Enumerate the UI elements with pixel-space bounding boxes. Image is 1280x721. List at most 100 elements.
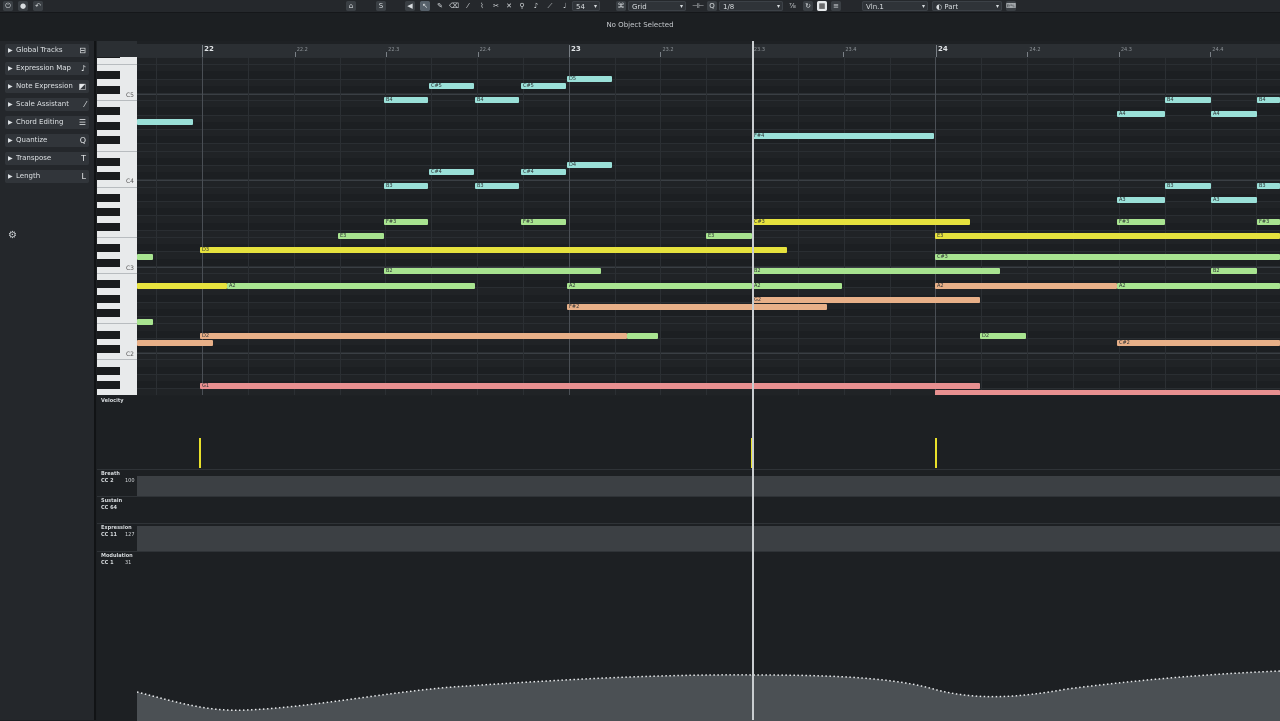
modulation-lane[interactable]: Modulation CC 1 31 — [97, 551, 1280, 721]
midi-note[interactable]: A2 — [935, 283, 1117, 289]
midi-note[interactable]: C#3 — [935, 254, 1280, 260]
black-key[interactable] — [97, 157, 120, 166]
black-key[interactable] — [97, 85, 120, 94]
black-key[interactable] — [97, 280, 120, 289]
inspector-note-expression[interactable]: ▶ Note Expression ◩ — [5, 80, 89, 93]
solo-icon[interactable]: S — [376, 1, 386, 11]
black-key[interactable] — [97, 136, 120, 145]
inspector-transpose[interactable]: ▶ Transpose T — [5, 152, 89, 165]
ruler[interactable]: 22 23 24 22.2 22.3 22.4 23.2 23.3 23.4 24.2 24.3 24… — [137, 44, 1280, 57]
midi-note[interactable]: B3 — [384, 183, 428, 189]
piano-icon[interactable]: ▦ — [817, 1, 827, 11]
breath-lane[interactable]: Breath CC 2 100 — [97, 469, 1280, 497]
black-key[interactable] — [97, 121, 120, 130]
midi-note[interactable]: B3 — [1165, 183, 1211, 189]
midi-note[interactable] — [935, 390, 1280, 395]
sustain-lane[interactable]: Sustain CC 64 — [97, 496, 1280, 524]
record-icon[interactable]: ● — [18, 1, 28, 11]
part-select[interactable]: ◐ Part ▾ — [932, 1, 1002, 11]
modulation-curve[interactable] — [137, 552, 1280, 721]
trim-icon[interactable]: ⟋ — [545, 1, 555, 11]
midi-note[interactable]: B4 — [1165, 97, 1211, 103]
black-key[interactable] — [97, 172, 120, 181]
undo-icon[interactable]: ↶ — [33, 1, 43, 11]
midi-note[interactable]: C#5 — [521, 83, 566, 89]
midi-note[interactable]: B2 — [1211, 268, 1257, 274]
midi-note[interactable]: A3 — [1211, 197, 1257, 203]
midi-note[interactable] — [137, 254, 153, 260]
midi-note[interactable]: A2 — [1117, 283, 1280, 289]
midi-note[interactable]: C#5 — [429, 83, 474, 89]
scissors-icon[interactable]: ✂ — [491, 1, 501, 11]
midi-note[interactable]: F#3 — [1257, 219, 1280, 225]
black-key[interactable] — [97, 71, 120, 80]
expression-lane[interactable]: Expression CC 11 127 — [97, 523, 1280, 552]
inspector-expression-map[interactable]: ▶ Expression Map ♪ — [5, 62, 89, 75]
velocity-bar[interactable] — [199, 438, 201, 468]
midi-note[interactable]: F#3 — [521, 219, 566, 225]
inspector-global-tracks[interactable]: ▶ Global Tracks ⊟ — [5, 44, 89, 57]
midi-note[interactable] — [137, 283, 227, 289]
line-icon[interactable]: ⁄ — [463, 1, 473, 11]
midi-note[interactable]: E3 — [338, 233, 384, 239]
midi-note[interactable]: D3 — [200, 247, 787, 253]
insert-velocity-field[interactable]: 54 ▾ — [572, 1, 600, 11]
velocity-bar[interactable] — [935, 438, 937, 468]
midi-note[interactable]: B3 — [1257, 183, 1280, 189]
midi-note[interactable]: G1 — [200, 383, 980, 389]
keyboard-icon[interactable]: ⌨ — [1006, 1, 1016, 11]
midi-note[interactable]: A4 — [1211, 111, 1257, 117]
midi-note[interactable]: D2 — [200, 333, 627, 339]
midi-note[interactable]: A3 — [1117, 197, 1165, 203]
midi-note[interactable]: D2 — [980, 333, 1026, 339]
midi-note[interactable]: B4 — [384, 97, 428, 103]
black-key[interactable] — [97, 107, 120, 116]
power-icon[interactable]: ⏻ — [3, 1, 13, 11]
pencil-icon[interactable]: ✎ — [435, 1, 445, 11]
mute-icon[interactable]: ✕ — [504, 1, 514, 11]
drumstick-icon[interactable]: ♪ — [531, 1, 541, 11]
loop-icon[interactable]: ↻ — [803, 1, 813, 11]
midi-note[interactable] — [137, 319, 153, 325]
midi-note[interactable]: A2 — [567, 283, 752, 289]
midi-note[interactable] — [137, 340, 213, 346]
list-icon[interactable]: ≡ — [831, 1, 841, 11]
snap-to-zero-icon[interactable]: ⊣⊢ — [692, 1, 704, 11]
inspector-length[interactable]: ▶ Length L — [5, 170, 89, 183]
piano-keyboard[interactable]: C5 C4 C3 C2 — [97, 57, 137, 395]
breath-curve[interactable] — [137, 476, 1280, 497]
snap-type-select[interactable]: Grid ▾ — [628, 1, 686, 11]
midi-note[interactable]: C#3 — [752, 219, 970, 225]
zoom-icon[interactable]: ⚲ — [517, 1, 527, 11]
midi-note[interactable]: F#3 — [384, 219, 428, 225]
midi-note[interactable]: B4 — [475, 97, 519, 103]
black-key[interactable] — [97, 366, 120, 375]
glue-icon[interactable]: ⌇ — [477, 1, 487, 11]
snap-icon[interactable]: ⌘ — [616, 1, 626, 11]
inspector-scale-assistant[interactable]: ▶ Scale Assistant ⁄ — [5, 98, 89, 111]
midi-note[interactable]: F#4 — [752, 133, 934, 139]
black-key[interactable] — [97, 345, 120, 353]
midi-note[interactable]: C#2 — [1117, 340, 1280, 346]
midi-note[interactable]: B4 — [1257, 97, 1280, 103]
midi-note[interactable]: A4 — [1117, 111, 1165, 117]
gear-icon[interactable]: ⚙ — [8, 230, 17, 241]
black-key[interactable] — [97, 309, 120, 317]
midi-note[interactable]: D4 — [567, 162, 612, 168]
black-key[interactable] — [97, 258, 120, 267]
midi-note[interactable]: B2 — [384, 268, 601, 274]
midi-note[interactable]: F#3 — [1117, 219, 1165, 225]
black-key[interactable] — [97, 244, 120, 253]
midi-note[interactable]: A2 — [227, 283, 475, 289]
quantize-icon[interactable]: Q — [707, 1, 717, 11]
midi-note[interactable]: F#2 — [567, 304, 827, 310]
midi-note[interactable] — [137, 119, 193, 125]
instrument-select[interactable]: Vln.1 ▾ — [862, 1, 928, 11]
black-key[interactable] — [97, 381, 120, 389]
black-key[interactable] — [97, 57, 120, 58]
speaker-icon[interactable]: ◀ — [405, 1, 415, 11]
midi-note[interactable]: G2 — [752, 297, 980, 303]
midi-note[interactable] — [627, 333, 658, 339]
midi-note[interactable]: E3 — [935, 233, 1280, 239]
midi-note[interactable]: A2 — [752, 283, 842, 289]
